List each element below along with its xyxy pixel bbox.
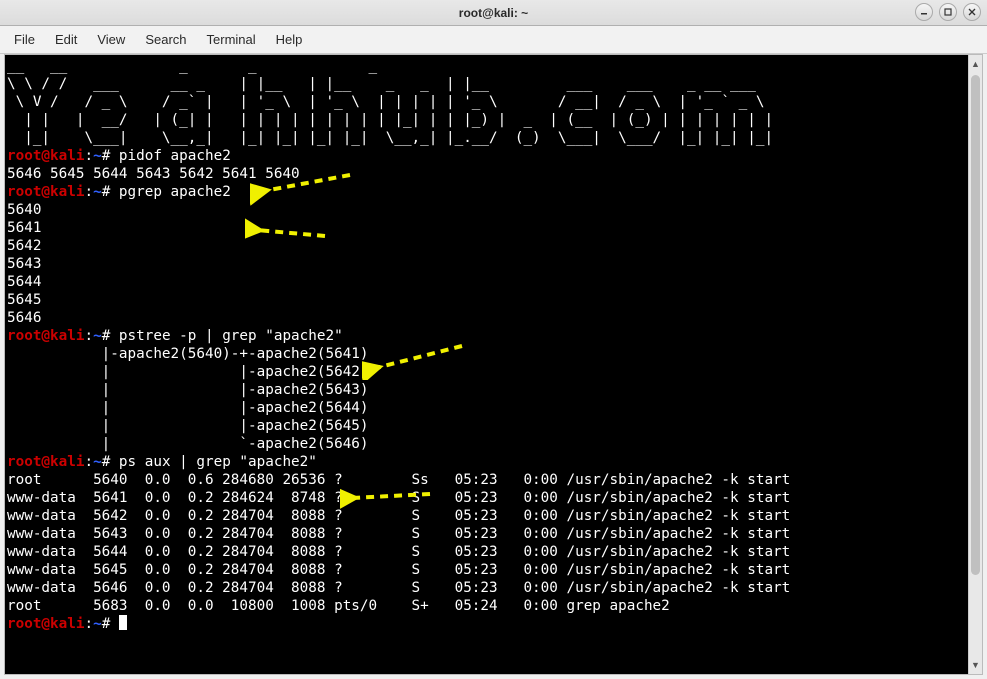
menu-terminal[interactable]: Terminal — [197, 28, 266, 51]
output-pidof: 5646 5645 5644 5643 5642 5641 5640 — [7, 166, 300, 182]
output-psaux-1: www-data 5641 0.0 0.2 284624 8748 ? S 05… — [7, 490, 790, 506]
window-titlebar: root@kali: ~ — [0, 0, 987, 26]
output-psaux-2: www-data 5642 0.0 0.2 284704 8088 ? S 05… — [7, 508, 790, 524]
command-pstree: pstree -p | grep "apache2" — [119, 328, 343, 344]
minimize-icon — [920, 8, 928, 16]
output-pgrep-1: 5641 — [7, 220, 41, 236]
output-psaux-6: www-data 5646 0.0 0.2 284704 8088 ? S 05… — [7, 580, 790, 596]
output-pstree-2: | |-apache2(5643) — [7, 382, 369, 398]
output-pgrep-3: 5643 — [7, 256, 41, 272]
menu-edit[interactable]: Edit — [45, 28, 87, 51]
output-pgrep-4: 5644 — [7, 274, 41, 290]
prompt-user: root@kali — [7, 148, 84, 164]
terminal-container: __ __ _ _ _ \ \ / / ___ __ _ | |__ | |__… — [4, 54, 983, 675]
output-pgrep-2: 5642 — [7, 238, 41, 254]
prompt-sep: : — [84, 148, 93, 164]
command-psaux: ps aux | grep "apache2" — [119, 454, 317, 470]
menu-help[interactable]: Help — [266, 28, 313, 51]
menubar: File Edit View Search Terminal Help — [0, 26, 987, 54]
close-button[interactable] — [963, 3, 981, 21]
minimize-button[interactable] — [915, 3, 933, 21]
output-psaux-3: www-data 5643 0.0 0.2 284704 8088 ? S 05… — [7, 526, 790, 542]
output-pstree-3: | |-apache2(5644) — [7, 400, 369, 416]
output-psaux-0: root 5640 0.0 0.6 284680 26536 ? Ss 05:2… — [7, 472, 790, 488]
output-pstree-4: | |-apache2(5645) — [7, 418, 369, 434]
menu-file[interactable]: File — [4, 28, 45, 51]
output-pstree-5: | `-apache2(5646) — [7, 436, 369, 452]
output-psaux-7: root 5683 0.0 0.0 10800 1008 pts/0 S+ 05… — [7, 598, 670, 614]
prompt-user: root@kali — [7, 184, 84, 200]
output-pstree-1: | |-apache2(5642) — [7, 364, 369, 380]
command-pgrep: pgrep apache2 — [119, 184, 231, 200]
window-controls — [915, 3, 981, 21]
close-icon — [968, 8, 976, 16]
prompt-user: root@kali — [7, 454, 84, 470]
terminal-scrollbar[interactable]: ▲ ▼ — [968, 55, 982, 674]
output-pgrep-6: 5646 — [7, 310, 41, 326]
menu-search[interactable]: Search — [135, 28, 196, 51]
scroll-up-icon[interactable]: ▲ — [969, 57, 982, 71]
cursor — [119, 615, 127, 630]
prompt-user: root@kali — [7, 328, 84, 344]
window-title: root@kali: ~ — [459, 6, 528, 20]
menu-view[interactable]: View — [87, 28, 135, 51]
output-pgrep-5: 5645 — [7, 292, 41, 308]
output-psaux-5: www-data 5645 0.0 0.2 284704 8088 ? S 05… — [7, 562, 790, 578]
terminal[interactable]: __ __ _ _ _ \ \ / / ___ __ _ | |__ | |__… — [5, 55, 968, 674]
ascii-art-banner: __ __ _ _ _ \ \ / / ___ __ _ | |__ | |__… — [7, 58, 773, 146]
command-pidof: pidof apache2 — [119, 148, 231, 164]
output-pgrep-0: 5640 — [7, 202, 41, 218]
maximize-button[interactable] — [939, 3, 957, 21]
prompt-user: root@kali — [7, 616, 84, 632]
output-psaux-4: www-data 5644 0.0 0.2 284704 8088 ? S 05… — [7, 544, 790, 560]
prompt-path: ~ — [93, 148, 102, 164]
scrollbar-thumb[interactable] — [971, 75, 980, 575]
maximize-icon — [944, 8, 952, 16]
output-pstree-0: |-apache2(5640)-+-apache2(5641) — [7, 346, 369, 362]
prompt-hash: # — [102, 148, 111, 164]
scroll-down-icon[interactable]: ▼ — [969, 658, 982, 672]
